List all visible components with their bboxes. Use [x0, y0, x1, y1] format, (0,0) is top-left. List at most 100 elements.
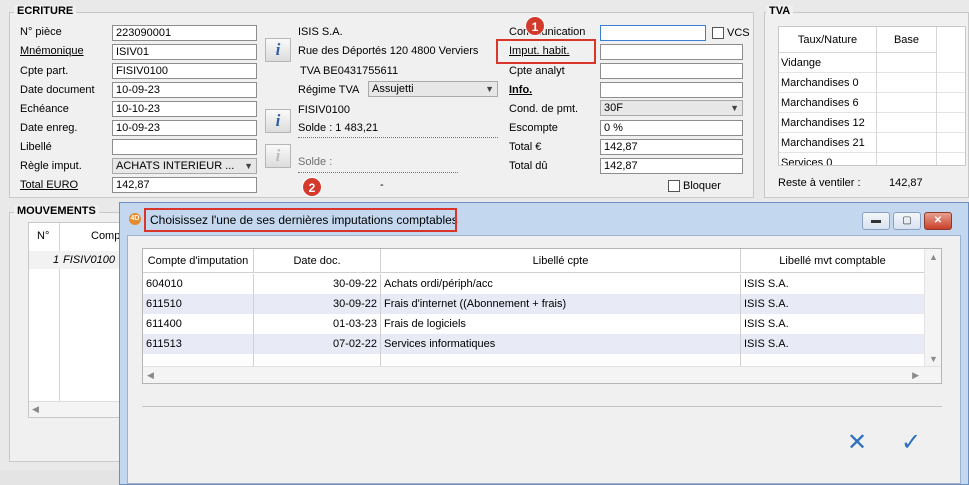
- scroll-down-icon[interactable]: ▼: [929, 354, 938, 364]
- communication-field[interactable]: [600, 25, 706, 41]
- date-document-field[interactable]: 10-09-23: [112, 82, 257, 98]
- label-date-enreg: Date enreg.: [20, 122, 78, 134]
- tva-row[interactable]: Marchandises 12: [779, 113, 965, 133]
- scroll-left-icon[interactable]: ◀: [147, 370, 154, 381]
- cpte-part-field[interactable]: FISIV0100: [112, 63, 257, 79]
- cell-libelle: Services informatiques: [381, 334, 741, 354]
- echeance-field[interactable]: 10-10-23: [112, 101, 257, 117]
- label-cond-pmt: Cond. de pmt.: [509, 103, 579, 115]
- mv-row-no: 1: [53, 254, 60, 266]
- tva-title: TVA: [766, 5, 794, 17]
- table-row[interactable]: 611400 01-03-23 Frais de logiciels ISIS …: [143, 314, 925, 334]
- column-header-compte[interactable]: Compte d'imputation: [143, 249, 254, 273]
- tva-cell: Marchandises 21: [779, 133, 877, 153]
- table-row[interactable]: 611510 30-09-22 Frais d'internet ((Abonn…: [143, 294, 925, 314]
- cell-date: 30-09-22: [254, 274, 381, 294]
- imput-habit-field[interactable]: [600, 44, 743, 60]
- libelle-field[interactable]: [112, 139, 257, 155]
- chevron-down-icon: ▼: [244, 161, 253, 171]
- bloquer-checkbox[interactable]: [668, 180, 680, 192]
- info-button-disabled: i: [265, 144, 291, 168]
- tva-grid: Taux/Nature Base Vidange Marchandises 0 …: [778, 26, 966, 166]
- label-echeance: Echéance: [20, 103, 69, 115]
- info-field[interactable]: [600, 82, 743, 98]
- mouvements-title: MOUVEMENTS: [14, 205, 99, 217]
- toolbar-strip: [0, 470, 119, 485]
- horizontal-scrollbar[interactable]: ◀ ▶: [143, 366, 941, 383]
- label-total-eur: Total €: [509, 141, 542, 153]
- column-header-libelle-mvt[interactable]: Libellé mvt comptable: [741, 249, 925, 273]
- label-libelle: Libellé: [20, 141, 52, 153]
- dialog-titlebar[interactable]: 4D Choisissez l'une de ses dernières imp…: [120, 203, 968, 235]
- tva-row[interactable]: Vidange: [779, 53, 965, 73]
- label-info[interactable]: Info.: [509, 84, 532, 96]
- table-row[interactable]: 1 FISIV0100: [29, 251, 127, 269]
- scroll-up-icon[interactable]: ▲: [929, 252, 938, 262]
- tva-row[interactable]: Marchandises 0: [779, 73, 965, 93]
- date-enreg-field[interactable]: 10-09-23: [112, 120, 257, 136]
- piece-field[interactable]: 223090001: [112, 25, 257, 41]
- column-header-date[interactable]: Date doc.: [254, 249, 381, 273]
- cell-compte: 611513: [143, 334, 254, 354]
- escompte-field[interactable]: 0 %: [600, 120, 743, 136]
- highlight-dialog-title: [144, 208, 457, 232]
- cond-pmt-select[interactable]: 30F ▼: [600, 100, 743, 116]
- cell-mvt: ISIS S.A.: [741, 314, 925, 334]
- mouvements-grid: N° Comp 1 FISIV0100 ◀: [28, 222, 128, 418]
- tva-cell: Marchandises 12: [779, 113, 877, 133]
- cell-libelle: Achats ordi/périph/acc: [381, 274, 741, 294]
- close-button[interactable]: ✕: [924, 212, 952, 230]
- minimize-button[interactable]: ▬: [862, 212, 890, 230]
- vertical-scrollbar[interactable]: ▲ ▼: [924, 249, 941, 367]
- info-button-supplier[interactable]: i: [265, 38, 291, 62]
- regle-imput-value: ACHATS INTERIEUR ...: [116, 160, 235, 172]
- maximize-button[interactable]: ▢: [893, 212, 921, 230]
- total-du-field[interactable]: 142,87: [600, 158, 743, 174]
- chevron-down-icon: ▼: [730, 103, 739, 113]
- table-row[interactable]: 611513 07-02-22 Services informatiques I…: [143, 334, 925, 354]
- dialog-body: Compte d'imputation Date doc. Libellé cp…: [127, 235, 961, 484]
- tva-row[interactable]: Marchandises 21: [779, 133, 965, 153]
- label-vcs: VCS: [727, 27, 750, 39]
- chevron-down-icon: ▼: [485, 84, 494, 94]
- reste-label: Reste à ventiler :: [778, 177, 861, 189]
- confirm-button[interactable]: ✓: [896, 428, 926, 458]
- company-tva: TVA BE0431755611: [300, 65, 399, 77]
- tva-row[interactable]: Marchandises 6: [779, 93, 965, 113]
- vcs-checkbox[interactable]: [712, 27, 724, 39]
- label-cpte-analyt: Cpte analyt: [509, 65, 565, 77]
- total-eur-field[interactable]: 142,87: [600, 139, 743, 155]
- tva-cell-base: [877, 113, 937, 133]
- divider: [142, 406, 942, 407]
- company-name: ISIS S.A.: [298, 26, 343, 38]
- tva-cell: Services 0: [779, 153, 877, 165]
- scroll-right-icon[interactable]: ▶: [912, 370, 919, 381]
- scroll-left-icon[interactable]: ◀: [32, 404, 39, 415]
- step-marker-1: 1: [525, 16, 545, 36]
- column-header-libelle-cpte[interactable]: Libellé cpte: [381, 249, 741, 273]
- cell-mvt: ISIS S.A.: [741, 274, 925, 294]
- cpte-analyt-field[interactable]: [600, 63, 743, 79]
- tva-header-taux: Taux/Nature: [779, 27, 877, 53]
- cell-compte: 604010: [143, 274, 254, 294]
- mnemonique-field[interactable]: ISIV01: [112, 44, 257, 60]
- regle-imput-select[interactable]: ACHATS INTERIEUR ... ▼: [112, 158, 257, 174]
- tva-row[interactable]: Services 0: [779, 153, 965, 165]
- cancel-button[interactable]: ✕: [842, 428, 872, 458]
- mv-row-compte: FISIV0100: [63, 254, 115, 266]
- label-mnemonique[interactable]: Mnémonique: [20, 45, 84, 57]
- cell-compte: 611510: [143, 294, 254, 314]
- total-euro-field[interactable]: 142,87: [112, 177, 257, 193]
- account-code: FISIV0100: [298, 104, 350, 116]
- tva-cell-base: [877, 73, 937, 93]
- cell-date: 07-02-22: [254, 334, 381, 354]
- horizontal-scrollbar[interactable]: ◀: [29, 401, 127, 417]
- label-total-du: Total dû: [509, 160, 548, 172]
- ecriture-title: ECRITURE: [14, 5, 77, 17]
- label-total-euro[interactable]: Total EURO: [20, 179, 78, 191]
- info-button-account[interactable]: i: [265, 109, 291, 133]
- regime-tva-select[interactable]: Assujetti ▼: [368, 81, 498, 97]
- cell-mvt: ISIS S.A.: [741, 294, 925, 314]
- tva-cell-base: [877, 93, 937, 113]
- table-row[interactable]: 604010 30-09-22 Achats ordi/périph/acc I…: [143, 274, 925, 294]
